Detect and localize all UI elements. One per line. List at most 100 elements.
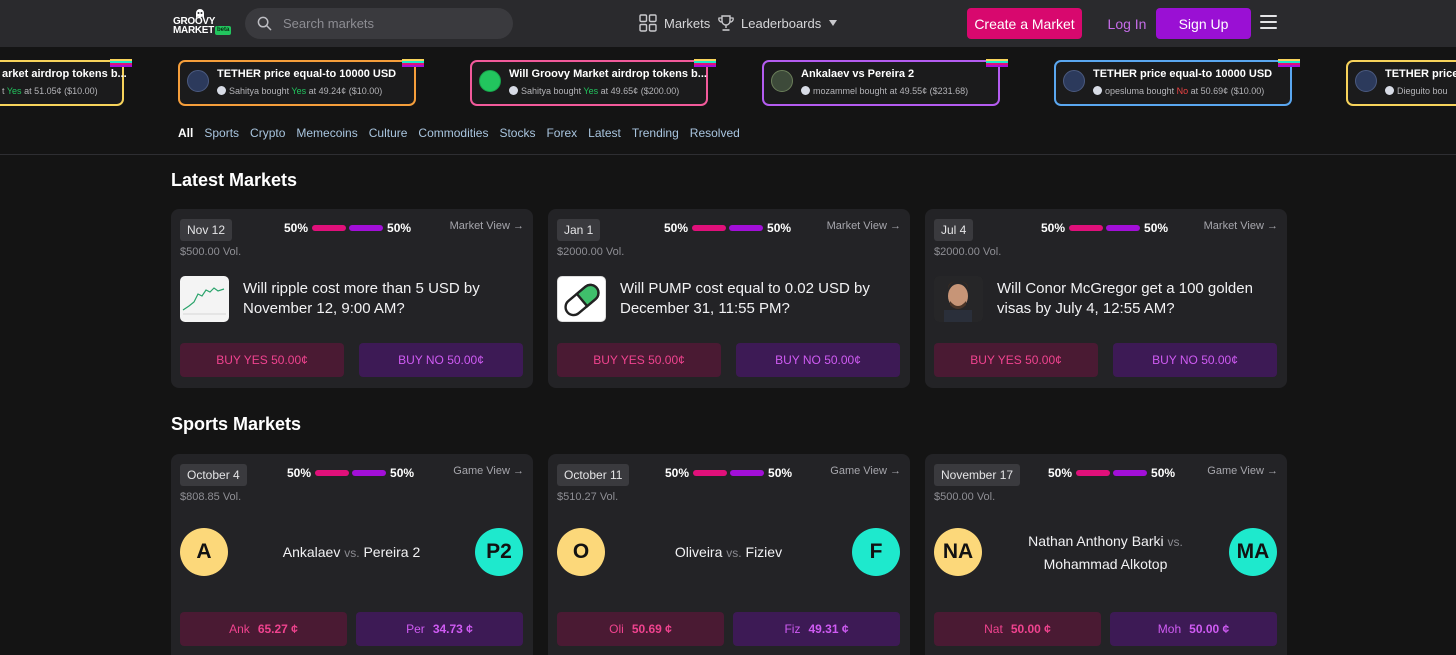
market-volume: $500.00 Vol. xyxy=(180,246,242,258)
buy-yes-button[interactable]: BUY YES 50.00¢ xyxy=(934,343,1098,377)
ticker-detail: Dieguito bou xyxy=(1385,86,1448,96)
buy-team-a-button[interactable]: Oli 50.69 ¢ xyxy=(557,612,724,646)
market-card[interactable]: Nov 12 $500.00 Vol. 50% 50% Market View →… xyxy=(171,209,533,388)
market-card[interactable]: Jan 1 $2000.00 Vol. 50% 50% Market View →… xyxy=(548,209,910,388)
sports-market-card[interactable]: October 11 $510.27 Vol. 50% 50% Game View… xyxy=(548,454,910,655)
no-bar xyxy=(349,225,384,231)
buy-team-a-button[interactable]: Nat 50.00 ¢ xyxy=(934,612,1101,646)
market-date: Jul 4 xyxy=(934,219,974,241)
person-photo-icon xyxy=(934,276,983,322)
tab-all[interactable]: All xyxy=(178,126,193,140)
odds-bar: 50% 50% xyxy=(287,466,414,480)
login-button[interactable]: Log In xyxy=(1102,8,1152,39)
matchup-title[interactable]: Ankalaev vs. Pereira 2 xyxy=(229,530,474,574)
market-view-link[interactable]: Market View → xyxy=(827,220,901,232)
yes-bar xyxy=(312,225,347,231)
ticker-detail: Sahitya bought Yes at 49.65¢ ($200.00) xyxy=(509,86,679,96)
ticker-item[interactable]: arket airdrop tokens b... t Yes at 51.05… xyxy=(0,59,132,106)
tab-memecoins[interactable]: Memecoins xyxy=(296,126,357,140)
sports-market-card[interactable]: October 4 $808.85 Vol. 50% 50% Game View … xyxy=(171,454,533,655)
market-avatar xyxy=(479,70,501,92)
buy-no-button[interactable]: BUY NO 50.00¢ xyxy=(359,343,523,377)
market-card[interactable]: Jul 4 $2000.00 Vol. 50% 50% Market View →… xyxy=(925,209,1287,388)
tab-crypto[interactable]: Crypto xyxy=(250,126,285,140)
ticker-title: Will Groovy Market airdrop tokens b... xyxy=(509,68,707,80)
tab-stocks[interactable]: Stocks xyxy=(499,126,535,140)
nav-leaderboards-dropdown[interactable]: Leaderboards xyxy=(717,12,838,34)
ticker-title: TETHER price equal-to 10000 USD xyxy=(1093,68,1273,80)
buy-yes-button[interactable]: BUY YES 50.00¢ xyxy=(557,343,721,377)
ticker-item[interactable]: TETHER price equal-to 10000 USD opesluma… xyxy=(1054,59,1300,106)
ticker-item[interactable]: Will Groovy Market airdrop tokens b... S… xyxy=(470,59,716,106)
matchup-title[interactable]: Oliveira vs. Fiziev xyxy=(606,530,851,574)
buy-team-a-button[interactable]: Ank 65.27 ¢ xyxy=(180,612,347,646)
market-question[interactable]: Will ripple cost more than 5 USD by Nove… xyxy=(243,279,518,319)
tab-resolved[interactable]: Resolved xyxy=(690,126,740,140)
ticker-item[interactable]: TETHER price equal-to 10000 USD Sahitya … xyxy=(178,59,424,106)
team-b-percent: 50% xyxy=(768,466,793,480)
ticker-detail: mozammel bought at 49.55¢ ($231.68) xyxy=(801,86,968,96)
ticker-item[interactable]: TETHER price Dieguito bou xyxy=(1346,60,1456,106)
latest-markets-heading: Latest Markets xyxy=(171,170,298,190)
game-view-link[interactable]: Game View → xyxy=(1207,465,1278,477)
buy-team-b-button[interactable]: Fiz 49.31 ¢ xyxy=(733,612,900,646)
signup-button[interactable]: Sign Up xyxy=(1156,8,1251,39)
odds-bar: 50% 50% xyxy=(284,221,411,235)
team-a-avatar: O xyxy=(557,528,605,576)
team-b-percent: 50% xyxy=(1151,466,1176,480)
rainbow-strip xyxy=(1278,59,1300,69)
category-tabs: All Sports Crypto Memecoins Culture Comm… xyxy=(178,126,751,140)
ticker-detail: t Yes at 51.05¢ ($10.00) xyxy=(2,86,98,96)
tab-culture[interactable]: Culture xyxy=(369,126,408,140)
create-market-button[interactable]: Create a Market xyxy=(967,8,1082,39)
no-bar xyxy=(1106,225,1141,231)
odds-bar: 50% 50% xyxy=(664,221,791,235)
beta-badge: beta xyxy=(215,26,232,35)
tab-trending[interactable]: Trending xyxy=(632,126,679,140)
nav-markets-label: Markets xyxy=(664,15,711,31)
activity-ticker: arket airdrop tokens b... t Yes at 51.05… xyxy=(0,47,1456,115)
tab-sports[interactable]: Sports xyxy=(204,126,239,140)
team-a-bar xyxy=(1076,470,1111,476)
ticker-detail: Sahitya bought Yes at 49.24¢ ($10.00) xyxy=(217,86,382,96)
game-volume: $500.00 Vol. xyxy=(934,491,996,503)
tab-commodities[interactable]: Commodities xyxy=(418,126,488,140)
market-avatar xyxy=(1063,70,1085,92)
market-view-link[interactable]: Market View → xyxy=(1204,220,1278,232)
team-b-avatar: F xyxy=(852,528,900,576)
market-question[interactable]: Will Conor McGregor get a 100 golden vis… xyxy=(997,279,1272,319)
search-icon xyxy=(257,16,272,31)
search-input[interactable] xyxy=(283,8,503,39)
matchup-title[interactable]: Nathan Anthony Barki vs. Mohammad Alkotop xyxy=(983,530,1228,574)
buy-no-button[interactable]: BUY NO 50.00¢ xyxy=(736,343,900,377)
tab-latest[interactable]: Latest xyxy=(588,126,621,140)
user-avatar-dot xyxy=(1093,86,1102,95)
market-view-link[interactable]: Market View → xyxy=(450,220,524,232)
odds-bar: 50% 50% xyxy=(665,466,792,480)
groovy-market-logo[interactable]: GROOVY MARKET beta xyxy=(171,9,233,37)
buy-yes-button[interactable]: BUY YES 50.00¢ xyxy=(180,343,344,377)
team-b-avatar: P2 xyxy=(475,528,523,576)
nav-markets-link[interactable]: Markets xyxy=(639,12,710,34)
user-avatar-dot xyxy=(217,86,226,95)
ticker-detail: opesluma bought No at 50.69¢ ($10.00) xyxy=(1093,86,1264,96)
logo-text-bottom: MARKET xyxy=(173,25,214,36)
game-date: November 17 xyxy=(934,464,1021,486)
team-a-percent: 50% xyxy=(1048,466,1073,480)
game-view-link[interactable]: Game View → xyxy=(453,465,524,477)
market-question[interactable]: Will PUMP cost equal to 0.02 USD by Dece… xyxy=(620,279,895,319)
user-avatar-dot xyxy=(509,86,518,95)
market-avatar xyxy=(1355,70,1377,92)
tab-forex[interactable]: Forex xyxy=(546,126,577,140)
chart-thumbnail xyxy=(180,276,229,322)
hamburger-menu-icon[interactable] xyxy=(1260,15,1277,29)
buy-no-button[interactable]: BUY NO 50.00¢ xyxy=(1113,343,1277,377)
team-b-bar xyxy=(1113,470,1148,476)
buy-team-b-button[interactable]: Per 34.73 ¢ xyxy=(356,612,523,646)
yes-bar xyxy=(692,225,727,231)
game-view-link[interactable]: Game View → xyxy=(830,465,901,477)
sports-market-card[interactable]: November 17 $500.00 Vol. 50% 50% Game Vie… xyxy=(925,454,1287,655)
rainbow-strip xyxy=(986,59,1008,69)
ticker-item[interactable]: Ankalaev vs Pereira 2 mozammel bought at… xyxy=(762,59,1008,106)
buy-team-b-button[interactable]: Moh 50.00 ¢ xyxy=(1110,612,1277,646)
